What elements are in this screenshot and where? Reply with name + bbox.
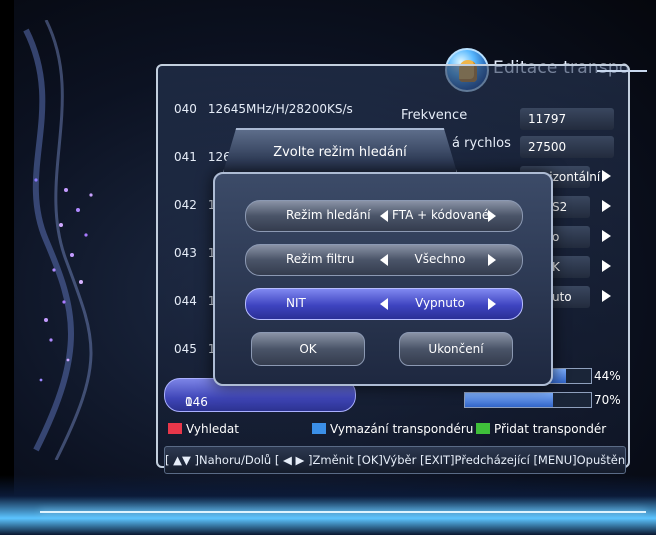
param-next-icon[interactable] (602, 230, 611, 242)
red-key-icon (168, 423, 182, 434)
legend-green[interactable]: Přidat transpondér (476, 422, 606, 438)
list-item-value: 12645MHz/H/28200KS/s (207, 102, 353, 116)
background-swirl (23, 20, 93, 460)
bottom-glow (0, 475, 656, 535)
nit-value: Vypnuto (415, 296, 465, 310)
nit-label: NIT (286, 296, 306, 310)
bottom-light-line (40, 511, 646, 513)
filter-mode-value: Všechno (414, 252, 466, 266)
param-next-icon[interactable] (602, 290, 611, 302)
search-mode-label: Režim hledání (286, 208, 371, 222)
legend-red-label: Vyhledat (186, 422, 239, 436)
legend-blue[interactable]: Vymazání transpondéru (312, 422, 473, 438)
arrow-left-icon[interactable] (380, 298, 388, 310)
list-item-number: 041 (174, 150, 197, 164)
param-next-icon[interactable] (602, 200, 611, 212)
tv-screen: Editace transpo 040 12645MHz/H/28200KS/s… (0, 0, 656, 535)
arrow-left-icon[interactable] (380, 254, 388, 266)
frequency-label: Frekvence (401, 108, 468, 123)
legend-red[interactable]: Vyhledat (168, 422, 239, 438)
signal-quality-bar (464, 392, 592, 408)
blue-key-icon (312, 423, 326, 434)
arrow-right-icon[interactable] (488, 298, 496, 310)
title-divider (597, 70, 647, 72)
search-mode-dialog: Režim hledání FTA + kódované Režim filtr… (213, 172, 553, 386)
signal-quality-percent: 70% (594, 393, 621, 407)
list-item-number: 044 (174, 294, 197, 308)
list-item-number: 042 (174, 198, 197, 212)
polarization-next-icon[interactable] (602, 170, 611, 182)
arrow-right-icon[interactable] (488, 254, 496, 266)
param-next-icon[interactable] (602, 260, 611, 272)
filter-mode-label: Režim filtru (286, 252, 355, 266)
list-item-value: 1 (185, 395, 193, 409)
list-item[interactable]: 040 12645MHz/H/28200KS/s (174, 102, 353, 116)
ok-button[interactable]: OK (251, 332, 365, 366)
arrow-right-icon[interactable] (488, 210, 496, 222)
symbol-rate-value[interactable]: 27500 (520, 136, 614, 158)
symbol-rate-label: á rychlos (452, 136, 511, 151)
dialog-title-tab: Zvolte režim hledání (222, 128, 458, 176)
list-item[interactable]: 042 1 (174, 198, 215, 212)
list-item[interactable]: 043 1 (174, 246, 215, 260)
list-item[interactable]: 045 1 (174, 342, 215, 356)
arrow-left-icon[interactable] (380, 210, 388, 222)
legend-green-label: Přidat transpondér (494, 422, 607, 436)
frequency-value[interactable]: 11797 (520, 108, 614, 130)
green-key-icon (476, 423, 490, 434)
cancel-button[interactable]: Ukončení (399, 332, 513, 366)
legend-blue-label: Vymazání transpondéru (330, 422, 474, 436)
help-bar: [ ▲▼ ]Nahoru/Dolů [ ◀ ▶ ]Změnit [OK]Výbě… (164, 446, 626, 474)
nit-row[interactable]: NIT Vypnuto (245, 288, 523, 320)
list-item[interactable]: 044 1 (174, 294, 215, 308)
search-mode-row[interactable]: Režim hledání FTA + kódované (245, 200, 523, 232)
list-item[interactable]: 041 126 (174, 150, 231, 164)
signal-strength-percent: 44% (594, 369, 621, 383)
list-item-number: 040 (174, 102, 197, 116)
dialog-title: Zvolte režim hledání (273, 145, 407, 160)
list-item-number: 045 (174, 342, 197, 356)
filter-mode-row[interactable]: Režim filtru Všechno (245, 244, 523, 276)
list-item-number: 043 (174, 246, 197, 260)
search-mode-value: FTA + kódované (392, 208, 490, 222)
